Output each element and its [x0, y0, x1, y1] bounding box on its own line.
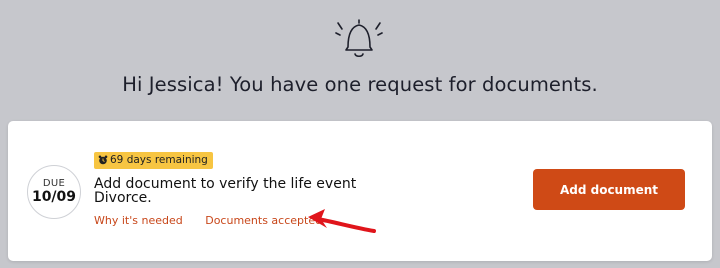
due-date-badge: DUE 10/09: [27, 165, 81, 219]
page-greeting: Hi Jessica! You have one request for doc…: [122, 73, 598, 96]
request-title-line: Add document to verify the life event: [94, 176, 357, 192]
bell-ringing-icon: [335, 19, 383, 58]
add-document-button[interactable]: Add document: [533, 169, 685, 210]
days-remaining-text: 69 days remaining: [110, 154, 208, 166]
request-title-line: Divorce.: [94, 190, 152, 206]
why-needed-link[interactable]: Why it's needed: [94, 214, 183, 227]
request-title: Add document to verify the life event Di…: [94, 177, 394, 205]
due-label: DUE: [42, 178, 66, 189]
header-section: Hi Jessica! You have one request for doc…: [0, 0, 720, 120]
alarm-clock-icon: [98, 155, 108, 165]
due-date: 10/09: [31, 189, 77, 205]
request-card: DUE 10/09 69 days remaining Add document…: [8, 121, 712, 261]
days-remaining-badge: 69 days remaining: [94, 152, 213, 169]
request-links: Why it's needed Documents accepted: [94, 214, 322, 227]
annotation-arrow-icon: [308, 209, 376, 233]
